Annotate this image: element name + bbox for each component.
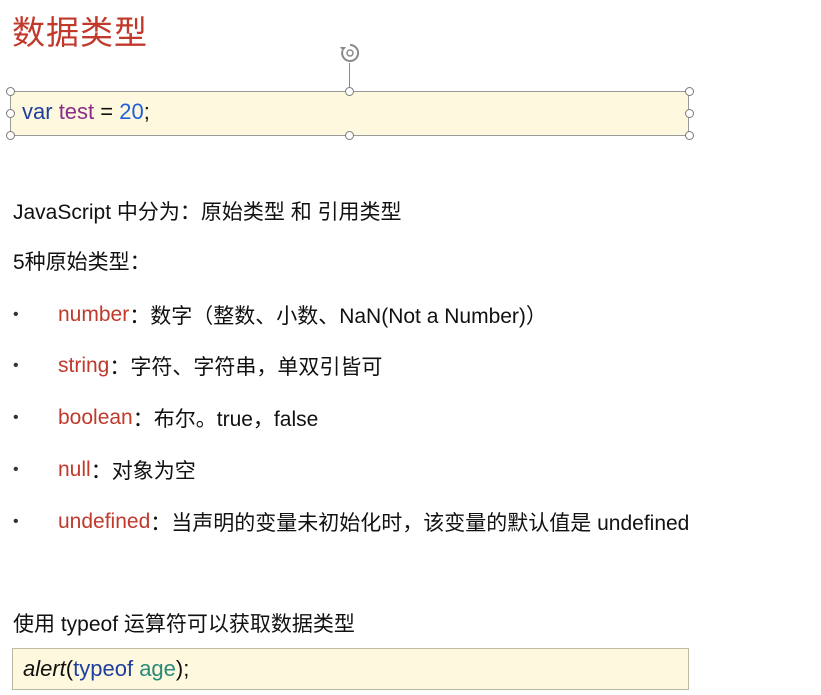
bullet-item-string: • string ：字符、字符串，单双引皆可 (13, 351, 382, 381)
bullet-item-number: • number ：数字（整数、小数、NaN(Not a Number)） (13, 300, 547, 330)
slide-title: 数据类型 (12, 14, 148, 51)
resize-handle-bottom-right[interactable] (685, 131, 694, 140)
bullet-dot: • (13, 513, 19, 530)
bullet-dot: • (13, 461, 19, 478)
type-name-string: string (58, 354, 110, 377)
typeof-description: 使用 typeof 运算符可以获取数据类型 (13, 613, 355, 636)
resize-handle-middle-left[interactable] (6, 109, 15, 118)
bullet-dot: • (13, 409, 19, 426)
primitive-types-heading: 5种原始类型： (13, 251, 151, 274)
intro-text: JavaScript 中分为：原始类型 和 引用类型 (13, 201, 402, 224)
resize-handle-top-right[interactable] (685, 87, 694, 96)
bullet-item-boolean: • boolean ：布尔。true，false (13, 403, 318, 433)
bullet-dot: • (13, 306, 19, 323)
code-textbox-typeof[interactable]: alert(typeof age); (12, 648, 689, 690)
type-name-null: null (58, 458, 91, 481)
type-desc-boolean: ：布尔。true，false (132, 408, 319, 431)
code-function-alert: alert (23, 656, 66, 681)
resize-handle-top-middle[interactable] (345, 87, 354, 96)
type-name-number: number (58, 303, 130, 326)
code-identifier-age: age (139, 656, 176, 681)
bullet-item-null: • null ：对象为空 (13, 455, 196, 485)
type-name-boolean: boolean (58, 406, 133, 429)
type-desc-string: ：字符、字符串，单双引皆可 (109, 356, 383, 379)
code-close-paren: ); (175, 656, 190, 681)
resize-handle-bottom-left[interactable] (6, 131, 15, 140)
type-desc-null: ：对象为空 (90, 460, 196, 483)
resize-handle-top-left[interactable] (6, 87, 15, 96)
bullet-dot: • (13, 357, 19, 374)
resize-handle-bottom-middle[interactable] (345, 131, 354, 140)
selection-frame (10, 91, 689, 136)
type-name-undefined: undefined (58, 510, 151, 533)
code-keyword-typeof: typeof (73, 656, 134, 681)
bullet-item-undefined: • undefined ：当声明的变量未初始化时，该变量的默认值是 undefi… (13, 507, 689, 537)
resize-handle-middle-right[interactable] (685, 109, 694, 118)
type-desc-number: ：数字（整数、小数、NaN(Not a Number)） (129, 305, 547, 328)
rotate-handle-icon[interactable] (338, 41, 362, 65)
type-desc-undefined: ：当声明的变量未初始化时，该变量的默认值是 undefined (150, 512, 690, 535)
